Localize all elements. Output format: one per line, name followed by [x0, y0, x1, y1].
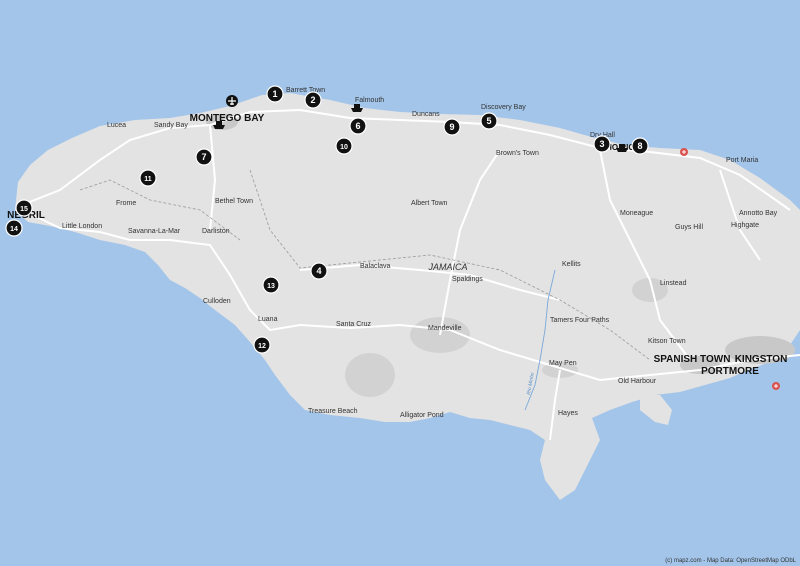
marker-10[interactable]: 10: [335, 137, 353, 155]
region-label: JAMAICA: [427, 262, 467, 272]
town-browns-town[interactable]: Brown's Town: [496, 150, 539, 157]
town-santa-cruz[interactable]: Santa Cruz: [336, 321, 372, 328]
marker-9[interactable]: 9: [443, 118, 461, 136]
marker-14[interactable]: 14: [5, 219, 23, 237]
marker-4[interactable]: 4: [310, 262, 328, 280]
town-balaclava[interactable]: Balaclava: [360, 263, 390, 270]
marker-11[interactable]: 11: [139, 169, 157, 187]
town-duncans[interactable]: Duncans: [412, 111, 440, 118]
town-barrett-town[interactable]: Barrett Town: [286, 87, 325, 94]
town-lucea[interactable]: Lucea: [107, 122, 126, 129]
svg-text:14: 14: [10, 226, 18, 233]
hospital-icon[interactable]: [680, 148, 688, 156]
map-attribution: (c) mapz.com - Map Data: OpenStreetMap O…: [665, 558, 796, 564]
marker-5[interactable]: 5: [480, 112, 498, 130]
marker-1[interactable]: 1: [266, 85, 284, 103]
town-falmouth[interactable]: Falmouth: [355, 97, 384, 104]
svg-text:15: 15: [20, 206, 28, 213]
city-montego-bay[interactable]: MONTEGO BAY: [190, 113, 265, 124]
svg-text:2: 2: [310, 95, 315, 105]
town-culloden[interactable]: Culloden: [203, 298, 231, 305]
town-treasure-beach[interactable]: Treasure Beach: [308, 408, 358, 415]
marker-3[interactable]: 3: [593, 135, 611, 153]
town-mandeville[interactable]: Mandeville: [428, 325, 462, 332]
svg-text:8: 8: [637, 141, 642, 151]
map-canvas[interactable]: JAMAICA Rio Minho MONTEGO BAY NEGRIL SPA…: [0, 0, 800, 566]
city-kingston[interactable]: KINGSTON: [735, 354, 788, 365]
marker-7[interactable]: 7: [195, 148, 213, 166]
svg-text:12: 12: [258, 343, 266, 350]
town-savanna-la-mar[interactable]: Savanna-La-Mar: [128, 228, 181, 235]
river-label: Rio Minho: [526, 372, 536, 395]
town-annotto-bay[interactable]: Annotto Bay: [739, 210, 778, 217]
town-albert-town[interactable]: Albert Town: [411, 200, 448, 207]
town-linstead[interactable]: Linstead: [660, 280, 687, 287]
svg-text:13: 13: [267, 283, 275, 290]
svg-text:7: 7: [201, 152, 206, 162]
town-guys-hill[interactable]: Guys Hill: [675, 224, 703, 231]
town-old-harbour[interactable]: Old Harbour: [618, 378, 657, 385]
ferry-icon[interactable]: [351, 104, 363, 112]
hospital-icon[interactable]: [772, 382, 780, 390]
svg-text:4: 4: [316, 266, 321, 276]
svg-text:1: 1: [272, 89, 277, 99]
svg-text:11: 11: [144, 176, 152, 183]
town-tamers-four-paths[interactable]: Tamers Four Paths: [550, 317, 610, 324]
marker-12[interactable]: 12: [253, 336, 271, 354]
city-portmore[interactable]: PORTMORE: [701, 366, 759, 377]
labels-layer: JAMAICA Rio Minho MONTEGO BAY NEGRIL SPA…: [5, 85, 788, 419]
marker-15[interactable]: 15: [15, 199, 33, 217]
marker-13[interactable]: 13: [262, 276, 280, 294]
town-spaldings[interactable]: Spaldings: [452, 276, 483, 283]
town-may-pen[interactable]: May Pen: [549, 360, 577, 367]
marker-8[interactable]: 8: [631, 137, 649, 155]
town-frome[interactable]: Frome: [116, 200, 136, 207]
town-alligator-pond[interactable]: Alligator Pond: [400, 412, 444, 419]
town-kellits[interactable]: Kellits: [562, 261, 581, 268]
town-kitson-town[interactable]: Kitson Town: [648, 338, 686, 345]
town-labels: Lucea Sandy Bay Barrett Town Falmouth Du…: [62, 87, 778, 419]
svg-text:3: 3: [599, 139, 604, 149]
town-darliston[interactable]: Darliston: [202, 228, 230, 235]
svg-text:5: 5: [486, 116, 491, 126]
svg-text:9: 9: [449, 122, 454, 132]
town-highgate[interactable]: Highgate: [731, 222, 759, 229]
town-little-london[interactable]: Little London: [62, 223, 102, 230]
svg-text:6: 6: [355, 121, 360, 131]
town-sandy-bay[interactable]: Sandy Bay: [154, 122, 188, 129]
marker-6[interactable]: 6: [349, 117, 367, 135]
city-spanish-town[interactable]: SPANISH TOWN: [654, 354, 731, 365]
town-moneague[interactable]: Moneague: [620, 210, 653, 217]
marker-2[interactable]: 2: [304, 91, 322, 109]
town-bethel-town[interactable]: Bethel Town: [215, 198, 253, 205]
airport-icon[interactable]: [226, 95, 238, 107]
town-hayes[interactable]: Hayes: [558, 410, 578, 417]
town-discovery-bay[interactable]: Discovery Bay: [481, 104, 526, 111]
svg-text:10: 10: [340, 144, 348, 151]
town-port-maria[interactable]: Port Maria: [726, 157, 758, 164]
town-luana[interactable]: Luana: [258, 316, 278, 323]
